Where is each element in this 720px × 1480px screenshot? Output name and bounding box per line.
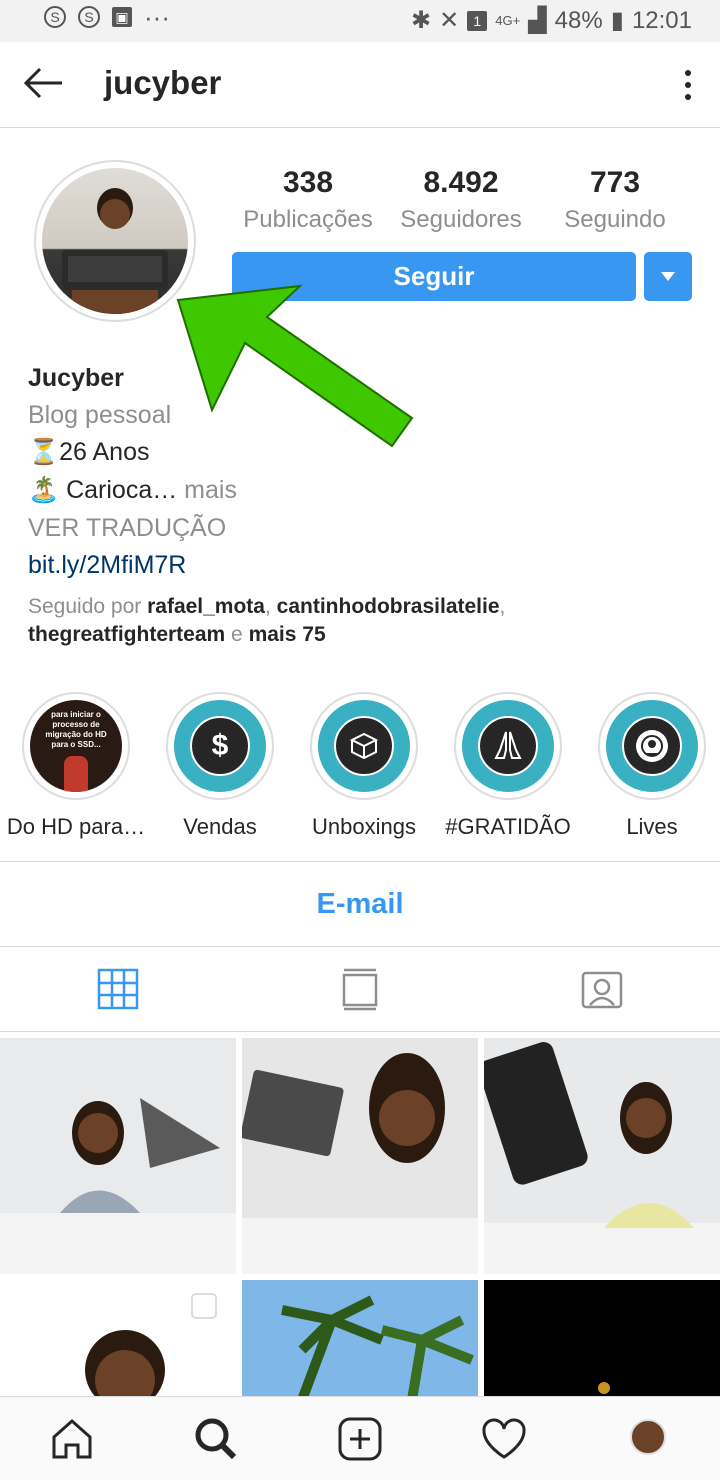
posts-stat[interactable]: 338 Publicações <box>233 166 383 234</box>
options-menu-icon[interactable] <box>676 68 700 102</box>
highlight-ring <box>598 692 706 800</box>
suggestions-dropdown-button[interactable] <box>644 252 692 301</box>
highlight-label: Unboxings <box>312 814 416 839</box>
followers-label: Seguidores <box>400 206 522 233</box>
followed-by-sep-2: , <box>499 595 506 618</box>
box-icon <box>334 716 394 776</box>
highlight-label: Vendas <box>183 814 257 839</box>
following-label: Seguindo <box>564 206 666 233</box>
bio-line-age: ⏳26 Anos <box>28 438 150 466</box>
followed-by-more-count[interactable]: mais 75 <box>249 623 326 646</box>
signal-icon: ▟ <box>528 7 547 34</box>
feed-view-icon[interactable] <box>338 967 382 1011</box>
highlight-bg: $ <box>174 700 266 792</box>
new-post-icon[interactable] <box>336 1415 384 1463</box>
following-stat[interactable]: 773 Seguindo <box>540 166 690 234</box>
highlight-unboxings[interactable]: Unboxings <box>292 692 436 840</box>
avatar-photo <box>42 168 188 314</box>
mute-icon: ✕ <box>439 7 460 34</box>
highlight-thumb-text: para iniciar o processo de migração do H… <box>45 710 107 749</box>
highlight-photo-thumbnail: para iniciar o processo de migração do H… <box>30 700 122 792</box>
bio-line-location: 🏝️ Carioca… mais <box>28 472 237 509</box>
top-bar: jucyber <box>0 42 720 128</box>
s-app-icon: S <box>44 6 66 28</box>
battery-icon: ▮ <box>610 7 624 34</box>
bio-website-link[interactable]: bit.ly/2MfiM7R <box>28 547 186 584</box>
follow-button[interactable]: Seguir <box>232 252 636 301</box>
post-thumbnail[interactable] <box>242 1038 478 1274</box>
followed-by-text[interactable]: Seguido por rafael_mota, cantinhodobrasi… <box>28 593 708 649</box>
highlight-label: Do HD para… <box>6 814 146 839</box>
sim-badge: 1 <box>467 10 488 31</box>
grid-view-icon[interactable] <box>96 967 140 1011</box>
clock: 12:01 <box>631 6 692 34</box>
highlight-bg <box>462 700 554 792</box>
follower-name-2[interactable]: cantinhodobrasilatelie <box>277 595 500 618</box>
bio-more-link[interactable]: mais <box>177 476 237 504</box>
followers-count: 8.492 <box>423 166 499 199</box>
highlight-vendas[interactable]: $ Vendas <box>148 692 292 840</box>
see-translation-link[interactable]: VER TRADUÇÃO <box>28 510 226 547</box>
highlight-do-hd[interactable]: para iniciar o processo de migração do H… <box>4 692 148 840</box>
instagram-profile-screen: S S ▣ ··· ✱ ✕ 1 4G+ ▟ 48% ▮ 12:01 jucybe… <box>0 0 720 1480</box>
highlight-ring: $ <box>166 692 274 800</box>
follower-name-1[interactable]: rafael_mota <box>147 595 265 618</box>
gallery-icon: ▣ <box>112 7 132 27</box>
profile-avatar[interactable] <box>34 160 196 322</box>
email-button[interactable]: E-mail <box>0 862 720 946</box>
followed-by-sep: , <box>264 595 277 618</box>
followed-by-prefix: Seguido por <box>28 595 148 618</box>
back-arrow-icon[interactable] <box>20 60 66 106</box>
more-notifications-icon: ··· <box>144 2 170 32</box>
posts-count: 338 <box>282 166 334 199</box>
highlight-bg <box>606 700 698 792</box>
highlight-ring <box>310 692 418 800</box>
praying-hands-icon <box>478 716 538 776</box>
heart-icon[interactable] <box>480 1415 528 1463</box>
bottom-navigation <box>0 1396 720 1480</box>
profile-username: jucyber <box>104 64 222 101</box>
highlight-label: #GRATIDÃO <box>445 814 571 839</box>
battery-percent: 48% <box>554 6 603 34</box>
profile-name: Jucyber <box>28 364 124 392</box>
profile-category: Blog pessoal <box>28 401 172 429</box>
highlight-ring: para iniciar o processo de migração do H… <box>22 692 130 800</box>
profile-tabs <box>0 946 720 1032</box>
post-thumbnail[interactable] <box>484 1038 720 1274</box>
lte-label: 4G+ <box>495 13 521 28</box>
posts-label: Publicações <box>243 206 373 233</box>
followers-stat[interactable]: 8.492 Seguidores <box>386 166 536 234</box>
search-icon[interactable] <box>192 1415 240 1463</box>
highlight-label: Lives <box>626 814 678 839</box>
tagged-photos-icon[interactable] <box>580 967 624 1011</box>
bio-location-text: 🏝️ Carioca… <box>28 476 178 504</box>
highlight-lives[interactable]: Lives <box>580 692 720 840</box>
highlight-bg <box>318 700 410 792</box>
following-count: 773 <box>589 166 641 199</box>
highlight-gratidao[interactable]: #GRATIDÃO <box>436 692 580 840</box>
bluetooth-icon: ✱ <box>411 7 432 34</box>
highlight-ring <box>454 692 562 800</box>
dollar-icon: $ <box>190 716 250 776</box>
post-thumbnail[interactable] <box>0 1038 236 1274</box>
live-broadcast-icon <box>622 716 682 776</box>
profile-tab-avatar[interactable] <box>630 1419 666 1455</box>
followed-by-and: e <box>225 623 249 646</box>
home-icon[interactable] <box>48 1415 96 1463</box>
s-app-icon-2: S <box>78 6 100 28</box>
status-bar: S S ▣ ··· ✱ ✕ 1 4G+ ▟ 48% ▮ 12:01 <box>0 0 720 42</box>
follower-name-3[interactable]: thegreatfighterteam <box>28 623 225 646</box>
